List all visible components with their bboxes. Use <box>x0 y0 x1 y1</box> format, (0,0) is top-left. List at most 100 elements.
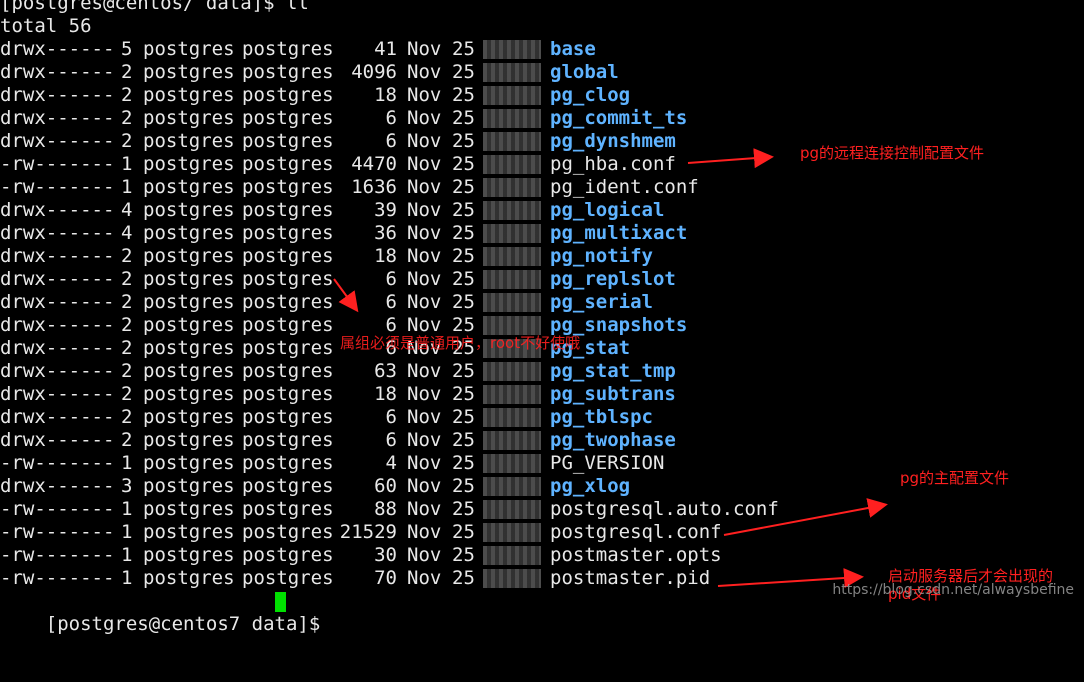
time-redacted <box>483 247 541 266</box>
day: 25 <box>452 475 475 497</box>
time-redacted <box>483 109 541 128</box>
link-count: 1 <box>121 498 133 520</box>
permissions: drwx------ <box>0 475 115 497</box>
link-count: 2 <box>121 383 133 405</box>
group: postgres <box>242 383 334 405</box>
permissions: drwx------ <box>0 222 115 244</box>
group: postgres <box>242 153 334 175</box>
month: Nov <box>407 544 442 566</box>
time-redacted <box>483 385 541 404</box>
group: postgres <box>242 107 334 129</box>
prompt-text: [postgres@centos7 data]$ <box>45 613 332 635</box>
owner: postgres <box>143 222 235 244</box>
directory-name: pg_clog <box>550 84 631 106</box>
time-redacted <box>483 40 541 59</box>
month: Nov <box>407 521 442 543</box>
day: 25 <box>452 291 475 313</box>
list-item: drwx------ 2 postgres postgres 6 Nov 25 pg_twop… <box>0 429 1084 452</box>
permissions: drwx------ <box>0 107 115 129</box>
link-count: 2 <box>121 130 133 152</box>
directory-name: base <box>550 38 596 60</box>
owner: postgres <box>143 245 235 267</box>
owner: postgres <box>143 498 235 520</box>
owner: postgres <box>143 452 235 474</box>
list-item: drwx------ 4 postgres postgres 36 Nov 25 pg_mul… <box>0 222 1084 245</box>
permissions: drwx------ <box>0 130 115 152</box>
link-count: 1 <box>121 544 133 566</box>
owner: postgres <box>143 521 235 543</box>
link-count: 2 <box>121 337 133 359</box>
group: postgres <box>242 544 334 566</box>
directory-name: pg_multixact <box>550 222 688 244</box>
owner: postgres <box>143 429 235 451</box>
group: postgres <box>242 475 334 497</box>
file-size: 6 <box>385 130 397 152</box>
day: 25 <box>452 176 475 198</box>
group: postgres <box>242 498 334 520</box>
file-name: postgresql.conf <box>550 521 722 543</box>
list-item: drwx------ 2 postgres postgres 18 Nov 25 pg_clo… <box>0 84 1084 107</box>
day: 25 <box>452 567 475 589</box>
owner: postgres <box>143 153 235 175</box>
file-size: 18 <box>374 383 397 405</box>
time-redacted <box>483 201 541 220</box>
file-size: 60 <box>374 475 397 497</box>
terminal-output[interactable]: [postgres@centos/ data]$ ll total 56 drw… <box>0 0 1084 635</box>
list-item: drwx------ 2 postgres postgres 6 Nov 25 pg_tbls… <box>0 406 1084 429</box>
permissions: -rw------- <box>0 567 115 589</box>
file-size: 30 <box>374 544 397 566</box>
annotation-main-conf: pg的主配置文件 <box>900 469 1010 487</box>
day: 25 <box>452 452 475 474</box>
month: Nov <box>407 291 442 313</box>
file-name: postmaster.pid <box>550 567 711 589</box>
month: Nov <box>407 268 442 290</box>
month: Nov <box>407 130 442 152</box>
day: 25 <box>452 222 475 244</box>
group: postgres <box>242 199 334 221</box>
owner: postgres <box>143 337 235 359</box>
month: Nov <box>407 84 442 106</box>
directory-name: pg_subtrans <box>550 383 676 405</box>
day: 25 <box>452 61 475 83</box>
file-size: 88 <box>374 498 397 520</box>
terminal-cursor[interactable] <box>275 592 286 612</box>
group: postgres <box>242 360 334 382</box>
directory-name: pg_commit_ts <box>550 107 688 129</box>
directory-name: pg_xlog <box>550 475 631 497</box>
owner: postgres <box>143 291 235 313</box>
time-redacted <box>483 132 541 151</box>
total-line: total 56 <box>0 15 92 37</box>
list-item: drwx------ 2 postgres postgres 6 Nov 25 pg_repl… <box>0 268 1084 291</box>
month: Nov <box>407 222 442 244</box>
file-name: pg_ident.conf <box>550 176 699 198</box>
list-item: drwx------ 2 postgres postgres 6 Nov 25 pg_comm… <box>0 107 1084 130</box>
month: Nov <box>407 429 442 451</box>
annotation-hba: pg的远程连接控制配置文件 <box>800 144 985 162</box>
group: postgres <box>242 429 334 451</box>
file-listing: drwx------ 5 postgres postgres 41 Nov 25 base dr… <box>0 38 1084 590</box>
directory-name: pg_stat_tmp <box>550 360 676 382</box>
permissions: drwx------ <box>0 268 115 290</box>
group: postgres <box>242 176 334 198</box>
link-count: 1 <box>121 176 133 198</box>
directory-name: pg_tblspc <box>550 406 653 428</box>
month: Nov <box>407 153 442 175</box>
month: Nov <box>407 107 442 129</box>
time-redacted <box>483 362 541 381</box>
time-redacted <box>483 523 541 542</box>
group: postgres <box>242 291 334 313</box>
owner: postgres <box>143 406 235 428</box>
owner: postgres <box>143 176 235 198</box>
file-name: pg_hba.conf <box>550 153 676 175</box>
list-item: -rw------- 1 postgres postgres 88 Nov 25 postgr… <box>0 498 1084 521</box>
directory-name: pg_serial <box>550 291 653 313</box>
group: postgres <box>242 61 334 83</box>
time-redacted <box>483 155 541 174</box>
link-count: 1 <box>121 452 133 474</box>
group: postgres <box>242 567 334 589</box>
month: Nov <box>407 475 442 497</box>
group: postgres <box>242 84 334 106</box>
file-size: 63 <box>374 360 397 382</box>
list-item: drwx------ 2 postgres postgres 18 Nov 25 pg_sub… <box>0 383 1084 406</box>
link-count: 5 <box>121 38 133 60</box>
